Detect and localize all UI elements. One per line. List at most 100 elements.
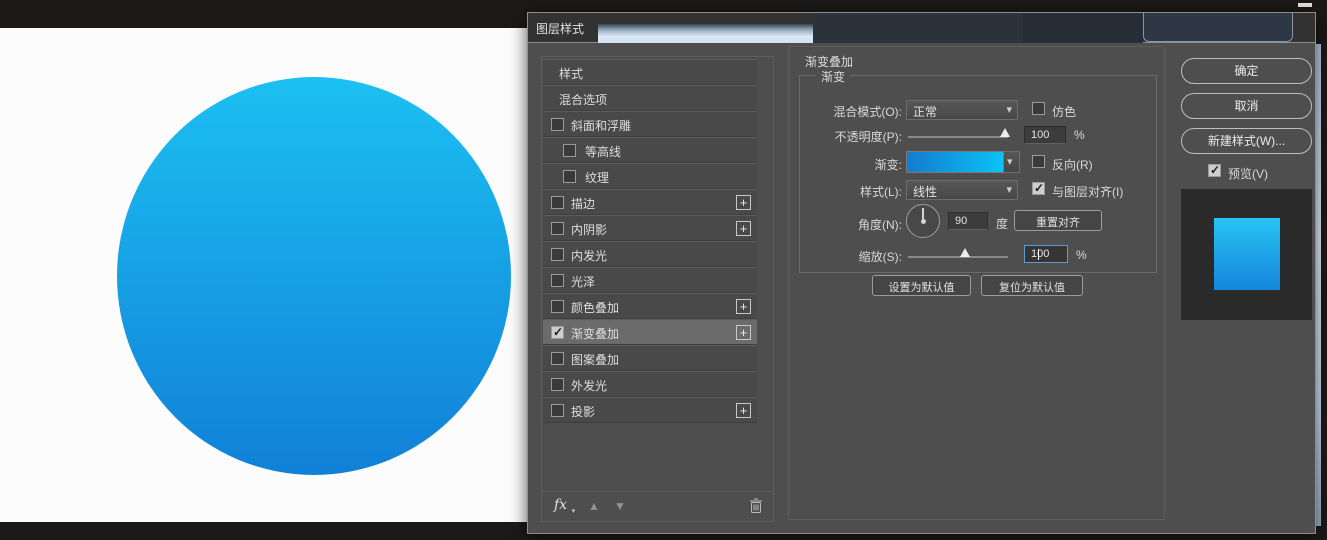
- gradient-swatch[interactable]: [906, 151, 1004, 173]
- text-caret: [1038, 249, 1039, 260]
- sidebar-item-inner-glow[interactable]: 内发光: [543, 241, 757, 267]
- plus-icon[interactable]: [736, 299, 751, 314]
- sidebar-item-label: 描边: [571, 195, 595, 212]
- align-layer-checkbox[interactable]: [1032, 182, 1045, 195]
- checkbox-icon[interactable]: [563, 144, 576, 157]
- checkbox-icon[interactable]: [551, 300, 564, 313]
- align-layer-label: 与图层对齐(I): [1052, 183, 1123, 200]
- checkbox-icon[interactable]: [551, 222, 564, 235]
- blur-band: [1023, 13, 1143, 43]
- scale-unit: %: [1076, 248, 1087, 262]
- sidebar-item-label: 纹理: [585, 169, 609, 186]
- reverse-checkbox[interactable]: [1032, 155, 1045, 168]
- blend-mode-label: 混合模式(O):: [802, 103, 902, 120]
- new-style-label: 新建样式(W)...: [1208, 134, 1285, 148]
- sidebar-item-label: 混合选项: [559, 91, 607, 108]
- background-window-edge: [1316, 44, 1321, 526]
- style-value: 线性: [913, 185, 937, 199]
- angle-value: 90: [955, 215, 967, 227]
- opacity-value: 100: [1031, 129, 1049, 141]
- angle-label: 角度(N):: [802, 216, 902, 233]
- checkbox-checked-icon[interactable]: [551, 326, 564, 339]
- sidebar-item-label: 等高线: [585, 143, 621, 160]
- photoshop-screen: 图层样式 样式 混合选项 斜面和浮雕 等高线 纹理 描边 内阴影 内发光 光泽 …: [0, 0, 1327, 540]
- sidebar-item-stroke[interactable]: 描边: [543, 189, 757, 215]
- move-down-icon[interactable]: ▼: [614, 499, 626, 513]
- checkbox-icon[interactable]: [551, 404, 564, 417]
- dither-label: 仿色: [1052, 103, 1076, 120]
- reset-default-button[interactable]: 复位为默认值: [981, 275, 1083, 296]
- cancel-button[interactable]: 取消: [1181, 93, 1312, 119]
- sidebar-item-outer-glow[interactable]: 外发光: [543, 371, 757, 397]
- angle-dial[interactable]: [906, 204, 940, 238]
- sidebar-item-drop-shadow[interactable]: 投影: [543, 397, 757, 423]
- group-legend: 渐变: [816, 68, 850, 85]
- layer-style-dialog: 图层样式 样式 混合选项 斜面和浮雕 等高线 纹理 描边 内阴影 内发光 光泽 …: [527, 12, 1316, 534]
- sidebar-item-label: 渐变叠加: [571, 325, 619, 342]
- gradient-label: 渐变:: [802, 156, 902, 173]
- sidebar-item-label: 内阴影: [571, 221, 607, 238]
- fx-icon[interactable]: fx: [554, 497, 567, 513]
- dither-checkbox[interactable]: [1032, 102, 1045, 115]
- move-up-icon[interactable]: ▲: [588, 499, 600, 513]
- effects-sidebar: 样式 混合选项 斜面和浮雕 等高线 纹理 描边 内阴影 内发光 光泽 颜色叠加 …: [541, 56, 774, 522]
- sidebar-item-bevel-emboss[interactable]: 斜面和浮雕: [543, 111, 757, 137]
- checkbox-icon[interactable]: [563, 170, 576, 183]
- sidebar-footer: fx ▲ ▼: [542, 491, 773, 521]
- sidebar-item-styles[interactable]: 样式: [543, 59, 757, 85]
- make-default-label: 设置为默认值: [889, 282, 955, 294]
- opacity-slider-thumb[interactable]: [1000, 128, 1010, 137]
- scale-slider[interactable]: [908, 256, 1008, 258]
- ok-button[interactable]: 确定: [1181, 58, 1312, 84]
- new-style-button[interactable]: 新建样式(W)...: [1181, 128, 1312, 154]
- plus-icon[interactable]: [736, 195, 751, 210]
- plus-icon[interactable]: [736, 325, 751, 340]
- checkbox-icon[interactable]: [551, 118, 564, 131]
- scale-slider-thumb[interactable]: [960, 248, 970, 257]
- style-preview-gradient: [1214, 218, 1280, 290]
- scale-value: 100: [1031, 248, 1049, 260]
- minimize-icon[interactable]: [1298, 3, 1312, 7]
- gradient-dropdown-chevron-icon[interactable]: [1004, 151, 1020, 173]
- sidebar-item-label: 颜色叠加: [571, 299, 619, 316]
- scale-label: 缩放(S):: [802, 248, 902, 265]
- sidebar-item-color-overlay[interactable]: 颜色叠加: [543, 293, 757, 319]
- scale-input[interactable]: 100: [1024, 245, 1068, 263]
- sidebar-item-label: 外发光: [571, 377, 607, 394]
- sidebar-item-pattern-overlay[interactable]: 图案叠加: [543, 345, 757, 371]
- sidebar-item-blending-options[interactable]: 混合选项: [543, 85, 757, 111]
- trash-icon[interactable]: [749, 498, 763, 519]
- sidebar-item-gradient-overlay[interactable]: 渐变叠加: [543, 319, 757, 345]
- style-preview-box: [1181, 189, 1312, 320]
- plus-icon[interactable]: [736, 221, 751, 236]
- plus-icon[interactable]: [736, 403, 751, 418]
- sidebar-item-inner-shadow[interactable]: 内阴影: [543, 215, 757, 241]
- dialog-titlebar[interactable]: 图层样式: [528, 13, 1315, 43]
- ok-label: 确定: [1234, 64, 1258, 78]
- checkbox-icon[interactable]: [551, 378, 564, 391]
- checkbox-icon[interactable]: [551, 352, 564, 365]
- opacity-input[interactable]: 100: [1024, 126, 1066, 144]
- checkbox-icon[interactable]: [551, 248, 564, 261]
- preview-checkbox[interactable]: [1208, 164, 1221, 177]
- blend-mode-select[interactable]: 正常: [906, 100, 1018, 120]
- style-select[interactable]: 线性: [906, 180, 1018, 200]
- blur-band: [598, 24, 813, 43]
- style-label: 样式(L):: [802, 183, 902, 200]
- preview-label: 预览(V): [1228, 165, 1268, 182]
- document-canvas: [0, 28, 527, 522]
- checkbox-icon[interactable]: [551, 196, 564, 209]
- opacity-slider[interactable]: [908, 136, 1008, 138]
- make-default-button[interactable]: 设置为默认值: [872, 275, 971, 296]
- angle-input[interactable]: 90: [948, 212, 988, 230]
- sidebar-item-texture[interactable]: 纹理: [543, 163, 757, 189]
- reset-align-button[interactable]: 重置对齐: [1014, 210, 1102, 231]
- checkbox-icon[interactable]: [551, 274, 564, 287]
- reset-align-label: 重置对齐: [1036, 217, 1080, 229]
- sidebar-item-label: 投影: [571, 403, 595, 420]
- opacity-label: 不透明度(P):: [802, 128, 902, 145]
- sidebar-item-contour[interactable]: 等高线: [543, 137, 757, 163]
- reset-default-label: 复位为默认值: [999, 282, 1065, 294]
- gradient-overlay-panel: 渐变叠加 渐变 混合模式(O): 正常 仿色 不透明度(P): 100 % 渐变…: [788, 46, 1165, 520]
- sidebar-item-satin[interactable]: 光泽: [543, 267, 757, 293]
